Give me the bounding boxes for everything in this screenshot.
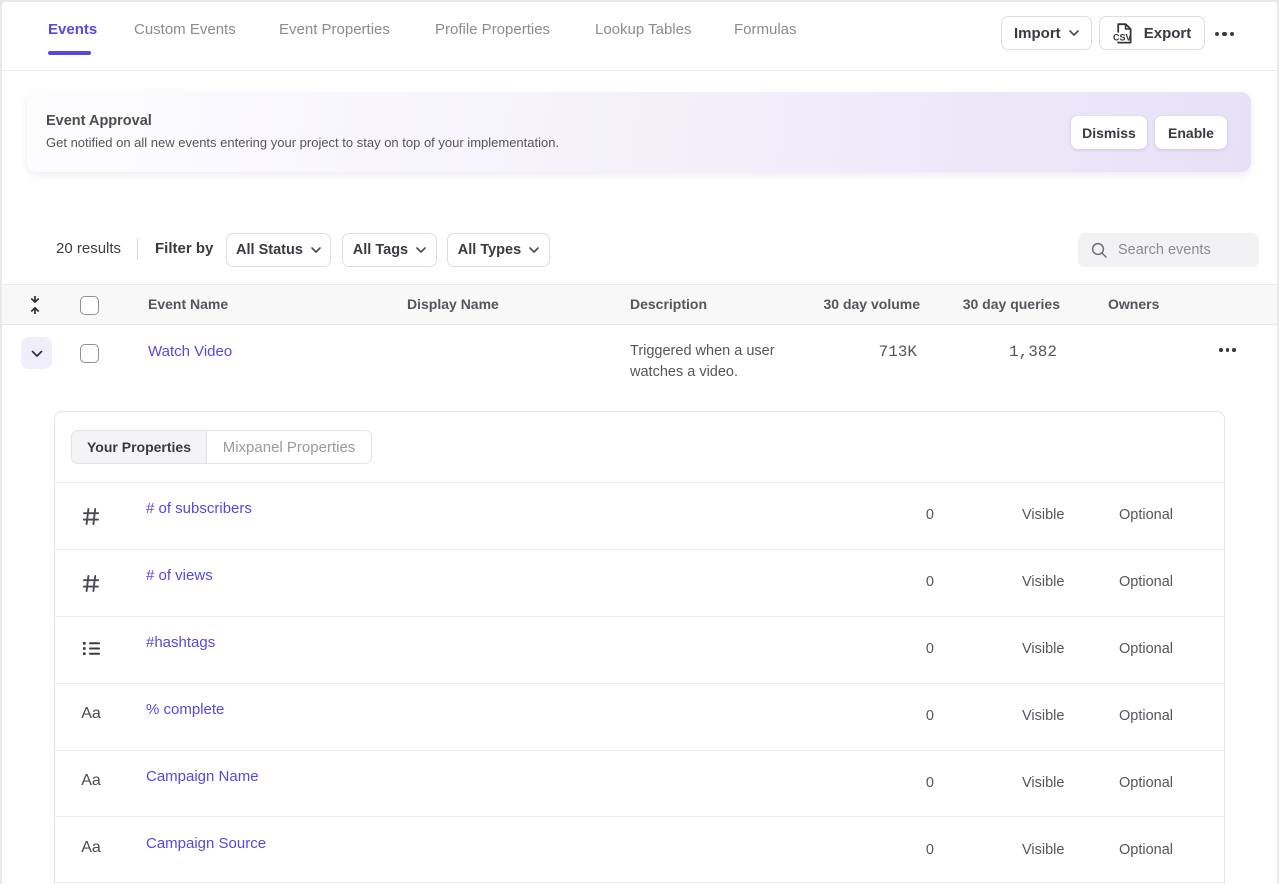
svg-text:CSV: CSV (1113, 32, 1132, 42)
